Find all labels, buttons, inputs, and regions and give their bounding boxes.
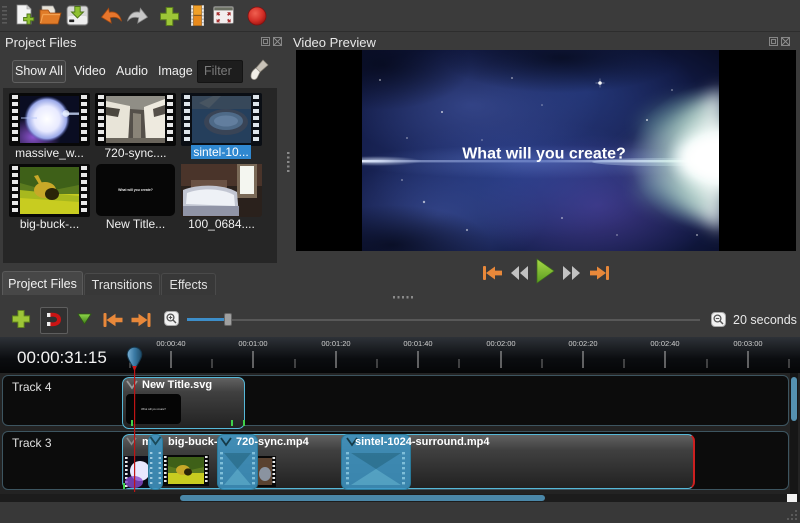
svg-text:00:01:00: 00:01:00 <box>238 339 267 348</box>
svg-text:00:02:20: 00:02:20 <box>568 339 597 348</box>
svg-text:00:02:00: 00:02:00 <box>486 339 515 348</box>
svg-text:00:00:40: 00:00:40 <box>156 339 185 348</box>
svg-text:00:02:40: 00:02:40 <box>650 339 679 348</box>
svg-text:00:01:40: 00:01:40 <box>403 339 432 348</box>
svg-text:00:03:00: 00:03:00 <box>733 339 762 348</box>
svg-text:What will you create?: What will you create? <box>462 146 626 163</box>
svg-text:00:01:20: 00:01:20 <box>321 339 350 348</box>
